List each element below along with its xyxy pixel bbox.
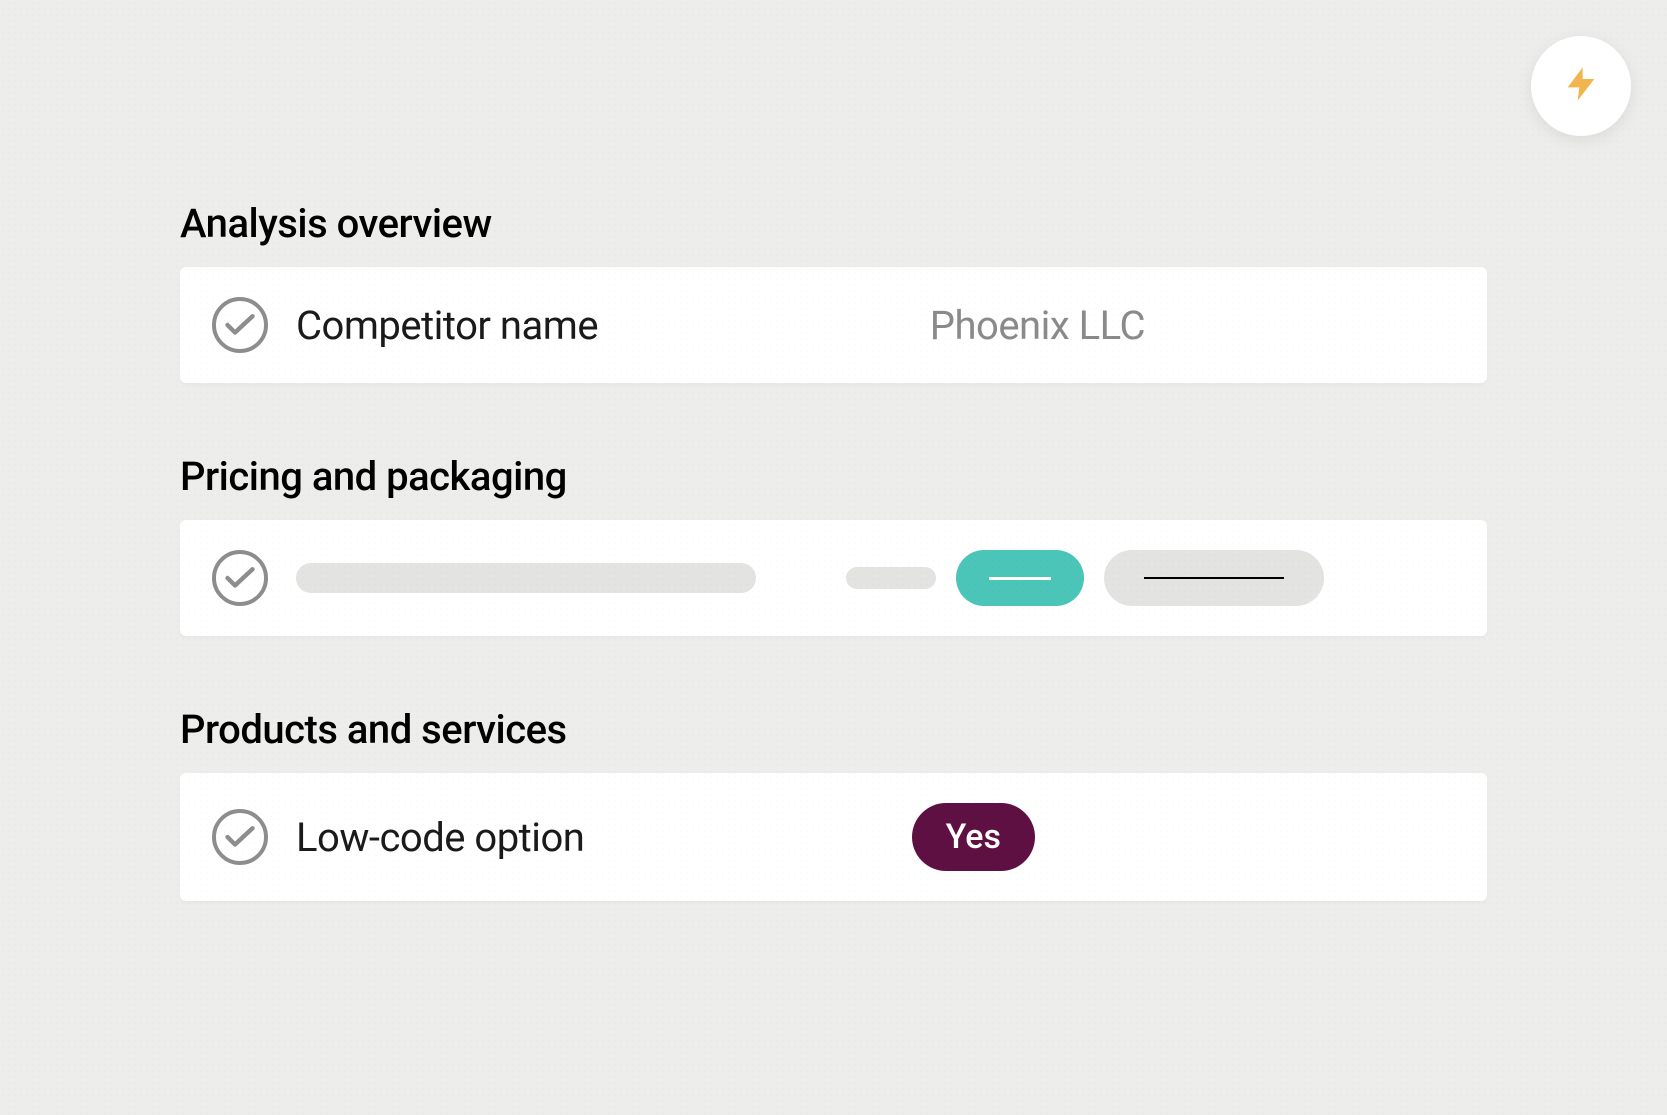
check-circle-icon [212, 550, 268, 606]
check-circle-icon [212, 809, 268, 865]
lightning-icon [1561, 64, 1601, 108]
action-button[interactable] [1531, 36, 1631, 136]
placeholder-line [1144, 577, 1284, 579]
section-heading-pricing: Pricing and packaging [180, 453, 1487, 500]
placeholder-line [989, 577, 1051, 580]
main-content: Analysis overview Competitor name Phoeni… [0, 0, 1667, 901]
check-circle-icon [212, 297, 268, 353]
section-analysis-overview: Analysis overview Competitor name Phoeni… [180, 200, 1487, 383]
card-pricing[interactable] [180, 520, 1487, 636]
section-heading-products: Products and services [180, 706, 1487, 753]
pricing-option-selected[interactable] [956, 550, 1084, 606]
badge-yes: Yes [912, 803, 1035, 871]
placeholder-pill-small [846, 567, 936, 589]
section-heading-analysis: Analysis overview [180, 200, 1487, 247]
card-label-competitor: Competitor name [296, 302, 598, 349]
card-low-code-option[interactable]: Low-code option Yes [180, 773, 1487, 901]
section-products-services: Products and services Low-code option Ye… [180, 706, 1487, 901]
card-label-low-code: Low-code option [296, 814, 584, 861]
card-value-competitor: Phoenix LLC [930, 302, 1145, 349]
card-competitor-name[interactable]: Competitor name Phoenix LLC [180, 267, 1487, 383]
placeholder-pill-label [296, 563, 756, 593]
pricing-option-alt[interactable] [1104, 550, 1324, 606]
pricing-pill-row [296, 550, 1324, 606]
section-pricing-packaging: Pricing and packaging [180, 453, 1487, 636]
